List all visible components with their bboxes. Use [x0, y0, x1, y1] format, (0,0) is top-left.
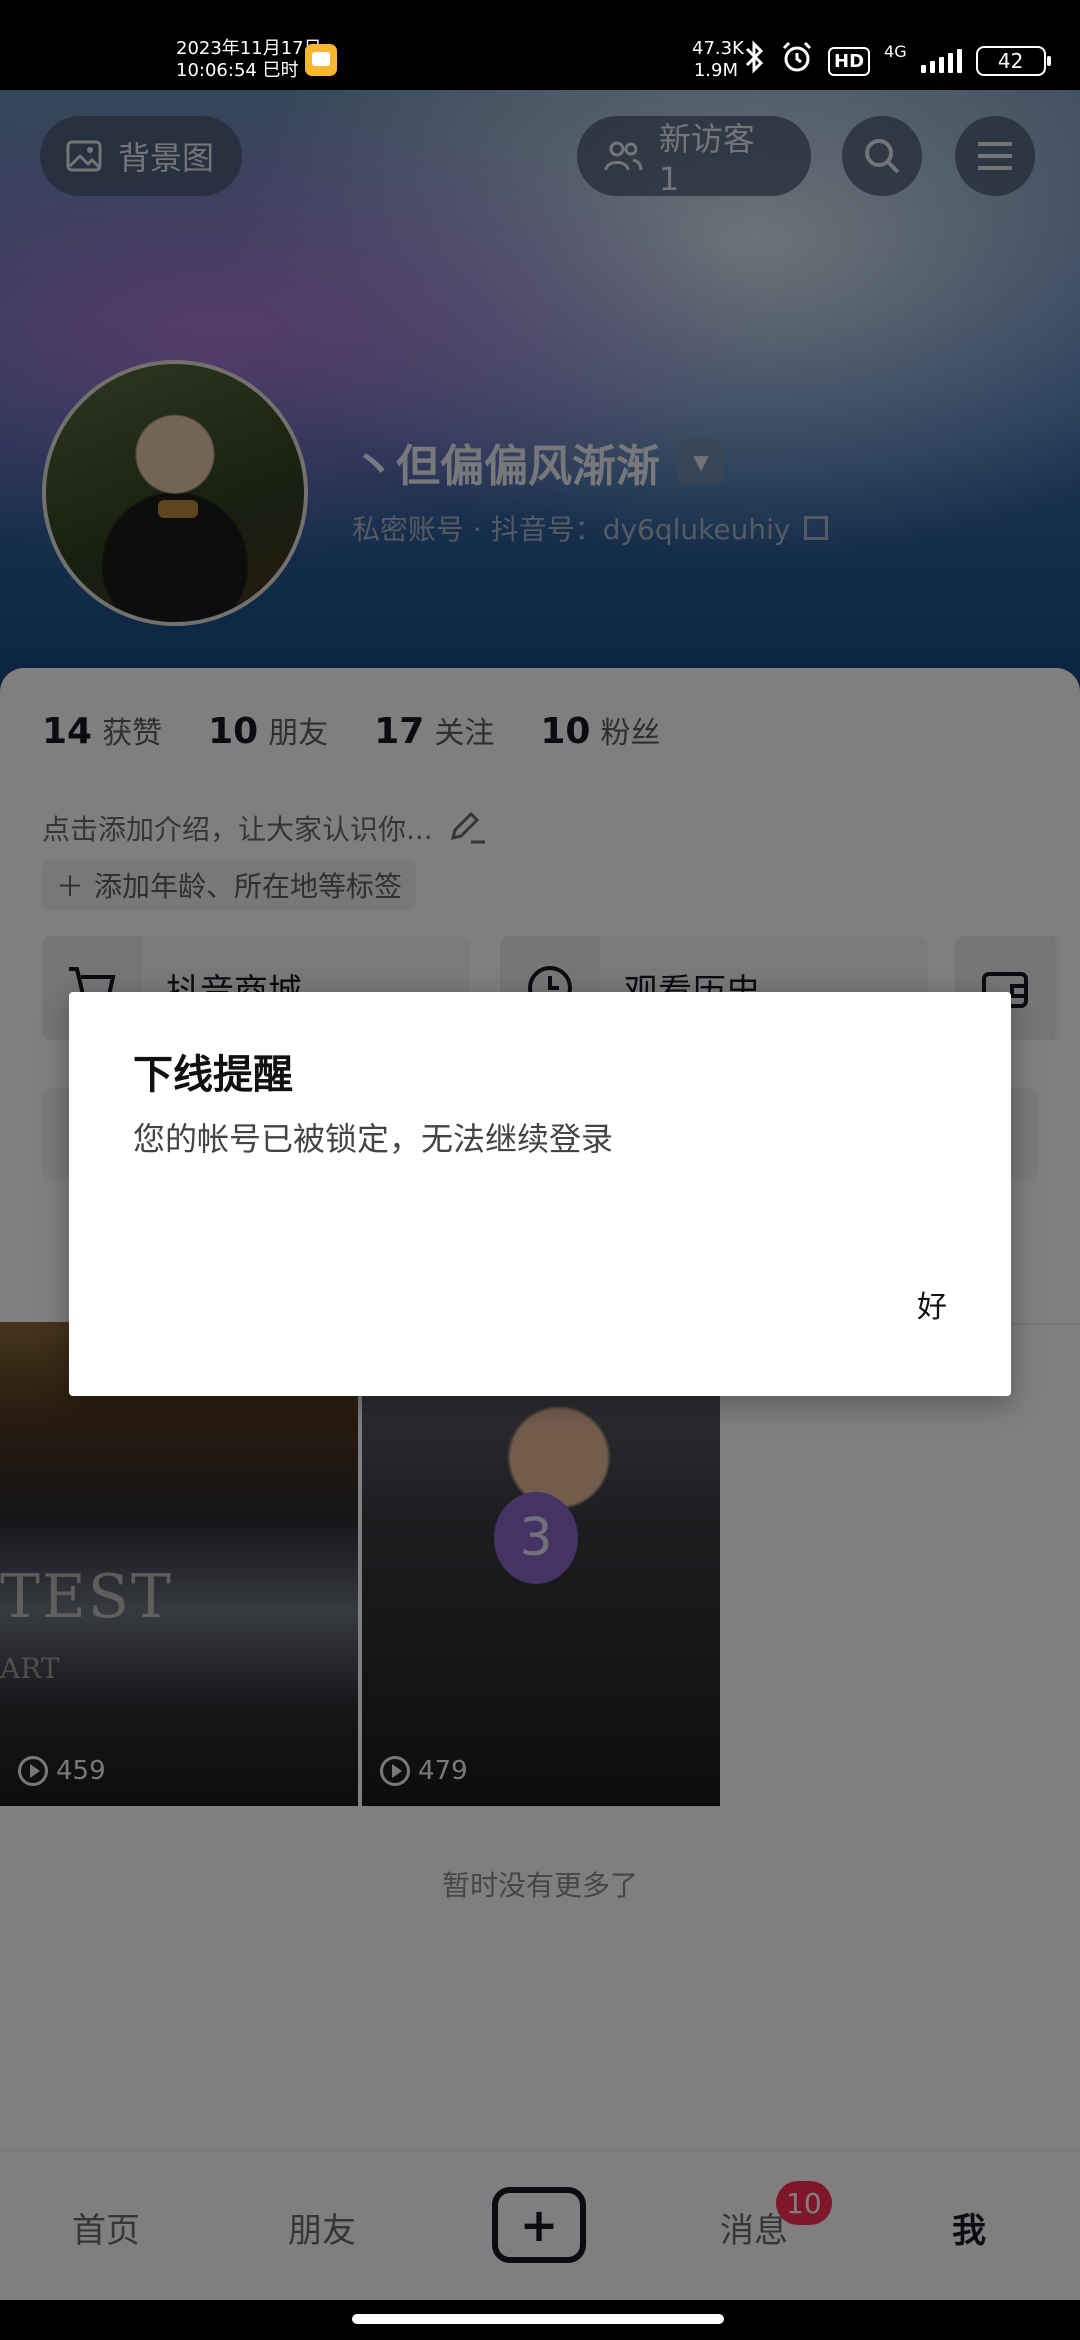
dialog-message: 您的帐号已被锁定，无法继续登录 [133, 1120, 614, 1158]
logout-alert-dialog: 下线提醒 您的帐号已被锁定，无法继续登录 好 [69, 992, 1011, 1396]
home-indicator[interactable] [352, 2314, 724, 2324]
status-time: 10:06:54 巳时 [176, 60, 299, 81]
notification-icon [305, 44, 337, 76]
battery-level: 42 [997, 49, 1024, 73]
status-icons: HD 4G 42 [742, 34, 1051, 88]
bluetooth-icon [742, 40, 766, 82]
speed-down: 1.9M [693, 60, 738, 81]
speed-up: 47.3K [692, 38, 744, 59]
status-datetime: 2023年11月17日 10:06:54 巳时 [176, 38, 322, 82]
dialog-ok-button[interactable]: 好 [917, 1282, 947, 1326]
status-bar: 2023年11月17日 10:06:54 巳时 47.3K 1.9M HD 4G… [0, 0, 1080, 90]
status-date: 2023年11月17日 [176, 38, 322, 59]
network-type: 4G [884, 41, 907, 61]
dialog-title: 下线提醒 [133, 1052, 293, 1098]
system-home-bar [0, 2300, 1080, 2340]
signal-icon [920, 49, 962, 73]
battery-icon: 42 [975, 46, 1051, 76]
hd-badge: HD [828, 46, 871, 76]
network-speed: 47.3K 1.9M [692, 38, 744, 82]
alarm-icon [780, 40, 814, 82]
